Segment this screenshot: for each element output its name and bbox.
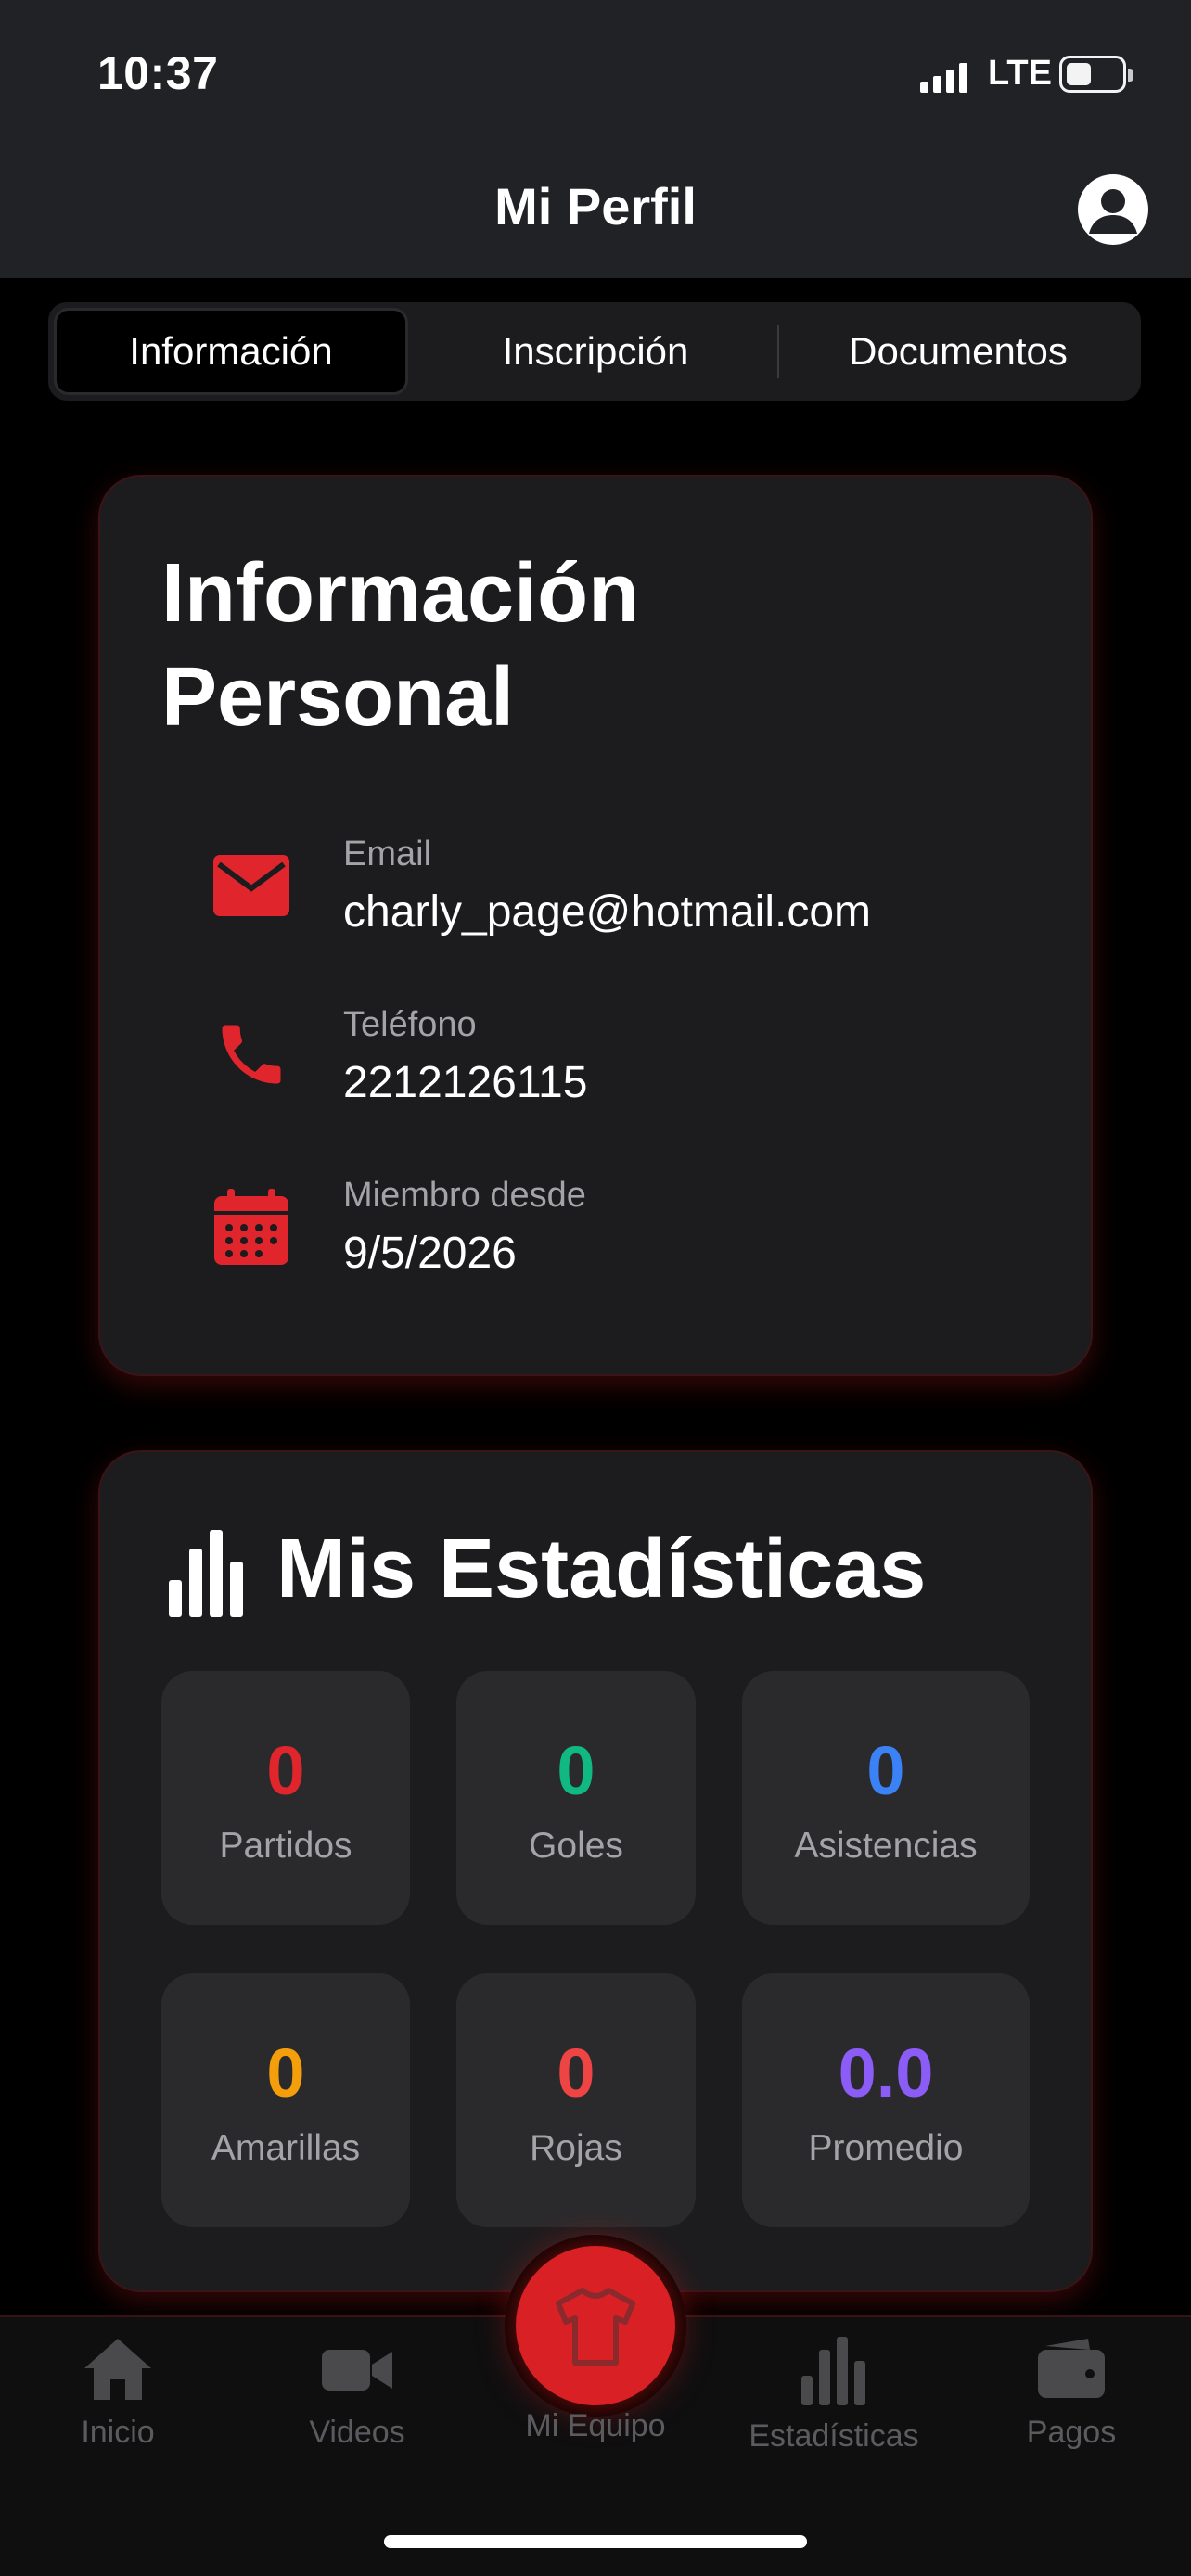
- stat-partidos: 0 Partidos: [161, 1671, 410, 1925]
- stat-label: Amarillas: [211, 2128, 361, 2168]
- home-indicator[interactable]: [384, 2535, 807, 2548]
- nav-label: Videos: [309, 2415, 405, 2450]
- nav-label: Inicio: [81, 2415, 155, 2450]
- stat-value: 0.0: [838, 2034, 934, 2111]
- bar-chart-icon: [801, 2337, 865, 2405]
- status-time: 10:37: [97, 47, 219, 99]
- user-icon: [1089, 189, 1137, 234]
- stat-label: Asistencias: [794, 1826, 978, 1866]
- nav-label: Estadísticas: [749, 2418, 919, 2454]
- stat-value: 0: [266, 2034, 305, 2111]
- member-since-value: 9/5/2026: [343, 1229, 517, 1278]
- nav-inicio[interactable]: Inicio: [11, 2337, 224, 2467]
- network-label: LTE: [988, 54, 1052, 93]
- stat-label: Promedio: [808, 2128, 964, 2168]
- wallet-icon: [1038, 2339, 1105, 2398]
- email-label: Email: [343, 835, 432, 874]
- stat-label: Rojas: [530, 2128, 622, 2168]
- tab-informacion[interactable]: Información: [54, 308, 408, 395]
- personal-info-title-line2: Personal: [161, 651, 515, 744]
- nav-estadisticas[interactable]: Estadísticas: [727, 2337, 941, 2467]
- phone-icon: [210, 1013, 293, 1096]
- stat-value: 0: [866, 1732, 905, 1809]
- profile-avatar-button[interactable]: [1078, 174, 1148, 245]
- stat-label: Partidos: [219, 1826, 352, 1866]
- stat-rojas: 0 Rojas: [456, 1973, 696, 2227]
- calendar-icon: [210, 1185, 293, 1269]
- nav-videos[interactable]: Videos: [250, 2337, 464, 2467]
- stat-goles: 0 Goles: [456, 1671, 696, 1925]
- tab-divider: [777, 325, 779, 378]
- stat-amarillas: 0 Amarillas: [161, 1973, 410, 2227]
- stat-value: 0: [557, 1732, 596, 1809]
- tab-inscripcion[interactable]: Inscripción: [416, 308, 775, 395]
- phone-value: 2212126115: [343, 1058, 588, 1107]
- stat-asistencias: 0 Asistencias: [742, 1671, 1030, 1925]
- member-since-label: Miembro desde: [343, 1176, 586, 1215]
- page-title: Mi Perfil: [494, 177, 697, 236]
- nav-label: Pagos: [1026, 2415, 1117, 2450]
- nav-label-mi-equipo[interactable]: Mi Equipo: [445, 2408, 746, 2444]
- tab-documentos[interactable]: Documentos: [781, 308, 1135, 395]
- stat-value: 0: [266, 1732, 305, 1809]
- video-icon: [322, 2350, 392, 2391]
- phone-label: Teléfono: [343, 1005, 477, 1044]
- stat-promedio: 0.0 Promedio: [742, 1973, 1030, 2227]
- personal-info-title-line1: Información: [161, 547, 640, 640]
- signal-icon: [920, 59, 967, 93]
- home-icon: [84, 2339, 151, 2400]
- bar-chart-icon: [169, 1530, 247, 1622]
- stat-label: Goles: [529, 1826, 623, 1866]
- shirt-icon: [556, 2288, 635, 2366]
- battery-icon: [1059, 56, 1133, 93]
- nav-pagos[interactable]: Pagos: [965, 2337, 1178, 2467]
- stat-value: 0: [557, 2034, 596, 2111]
- nav-mi-equipo-button[interactable]: [505, 2235, 686, 2417]
- email-value: charly_page@hotmail.com: [343, 887, 871, 937]
- stats-title: Mis Estadísticas: [276, 1523, 927, 1615]
- envelope-icon: [210, 844, 293, 927]
- personal-info-title: Información Personal: [161, 542, 639, 749]
